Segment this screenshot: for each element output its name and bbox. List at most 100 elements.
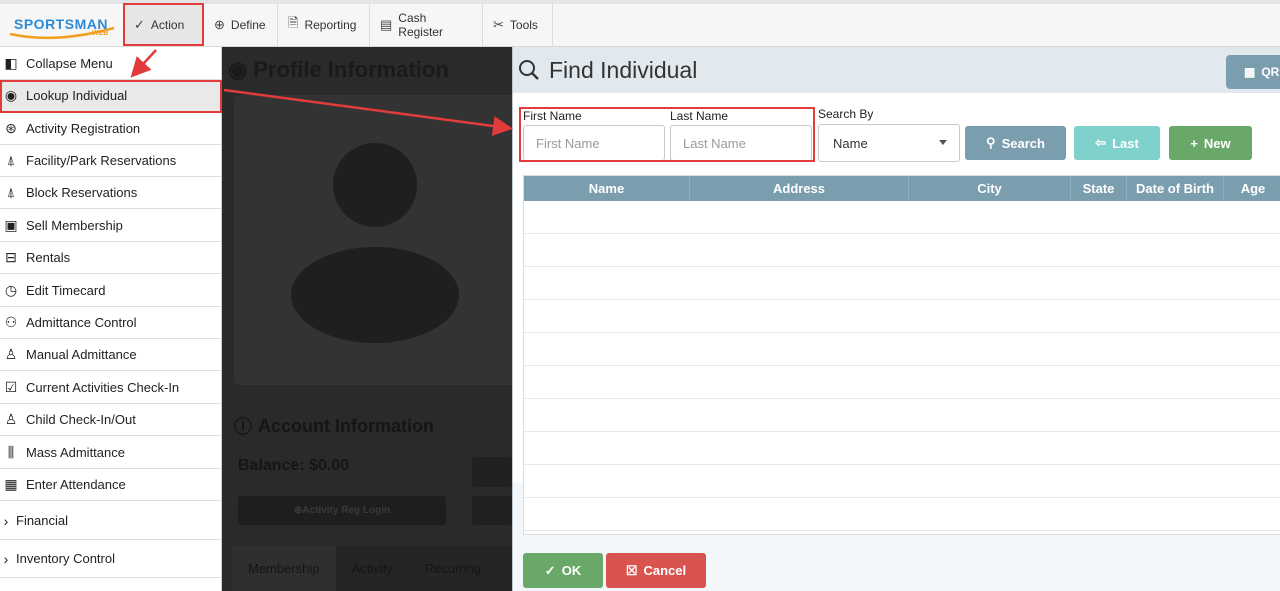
close-box-icon: ☒: [625, 562, 638, 578]
table-row[interactable]: [524, 333, 1280, 366]
sidebar: ◧ Collapse Menu ◉ Lookup Individual ⊛ Ac…: [0, 47, 222, 591]
account-info-title: ⓘ Account Information: [234, 413, 434, 439]
cancel-button[interactable]: ☒ Cancel: [606, 553, 706, 588]
table-row[interactable]: [524, 465, 1280, 498]
background-button: [472, 457, 512, 487]
table-row[interactable]: [524, 267, 1280, 300]
tab-membership: Membership: [232, 546, 336, 591]
toolbar-reporting[interactable]: 🗎 Reporting: [278, 4, 370, 46]
logo-subtext: WEB: [92, 30, 109, 37]
dialog-title: Find Individual: [549, 56, 698, 83]
new-button-label: New: [1203, 135, 1231, 151]
column-header-address[interactable]: Address: [690, 176, 909, 201]
toolbar-define[interactable]: ⊕ Define: [204, 4, 278, 46]
sidebar-item-financial[interactable]: › Financial: [0, 502, 221, 540]
sidebar-item-label: Current Activities Check-In: [26, 380, 180, 395]
person-check-icon: ♙: [4, 411, 18, 427]
table-row[interactable]: [524, 432, 1280, 465]
avatar-placeholder-icon: [291, 143, 459, 343]
column-header-age[interactable]: Age: [1224, 176, 1280, 201]
sidebar-item-inventory-control[interactable]: › Inventory Control: [0, 540, 221, 578]
column-header-name[interactable]: Name: [524, 176, 690, 201]
toolbar-reporting-label: Reporting: [304, 18, 357, 32]
column-header-city[interactable]: City: [909, 176, 1071, 201]
clipboard-check-icon: ☑: [4, 379, 18, 395]
clock-icon: ◷: [4, 282, 18, 298]
sidebar-item-child-check-in-out[interactable]: ♙ Child Check-In/Out: [0, 404, 221, 436]
profile-photo-card: [234, 95, 512, 385]
sidebar-item-rentals[interactable]: ⊟ Rentals: [0, 242, 221, 274]
sidebar-item-edit-timecard[interactable]: ◷ Edit Timecard: [0, 275, 221, 307]
table-row[interactable]: [524, 201, 1280, 234]
sidebar-item-admittance-control[interactable]: ⚇ Admittance Control: [0, 307, 221, 339]
sidebar-item-current-activities-check-in[interactable]: ☑ Current Activities Check-In: [0, 372, 221, 404]
badge-icon: ▦: [4, 476, 18, 492]
table-row[interactable]: [524, 498, 1280, 531]
table-header: Name Address City State Date of Birth Ag…: [524, 176, 1280, 201]
results-table: Name Address City State Date of Birth Ag…: [523, 175, 1280, 535]
table-row[interactable]: [524, 366, 1280, 399]
background-button: [472, 496, 512, 525]
sidebar-item-mass-admittance[interactable]: ⫼ Mass Admittance: [0, 437, 221, 469]
annotation-highlight-box: [0, 80, 222, 113]
sidebar-item-label: Financial: [16, 513, 69, 528]
cash-register-icon: ▤: [380, 17, 393, 32]
ok-button[interactable]: ✓ OK: [523, 553, 603, 588]
qr-code-icon: ▦: [1244, 65, 1256, 79]
sidebar-item-label: Manual Admittance: [26, 347, 137, 362]
tab-activity: Activity: [351, 561, 393, 576]
sidebar-item-label: Rentals: [26, 250, 71, 265]
sportsman-logo: SPORTSMAN WEB: [6, 10, 118, 42]
search-button-label: Search: [1001, 135, 1045, 151]
trees-icon: ⍋: [6, 184, 16, 200]
last-button[interactable]: ⇦ Last: [1074, 126, 1160, 160]
plus-circle-icon: ⊕: [214, 17, 225, 32]
hand-box-icon: ⊟: [5, 249, 17, 265]
sidebar-item-manual-admittance[interactable]: ♙ Manual Admittance: [0, 339, 221, 371]
table-row[interactable]: [524, 300, 1280, 333]
sidebar-item-label: Child Check-In/Out: [26, 412, 136, 427]
sidebar-item-label: Block Reservations: [26, 185, 138, 200]
toolbar-cash-register-label: Cash Register: [398, 11, 443, 39]
toolbar-tools-label: Tools: [509, 18, 538, 32]
plus-icon: +: [1190, 135, 1198, 151]
new-button[interactable]: + New: [1169, 126, 1252, 160]
qr-button[interactable]: ▦ QR: [1226, 55, 1280, 89]
sidebar-item-facility-park-reservations[interactable]: ⍋ Facility/Park Reservations: [0, 145, 221, 177]
table-row[interactable]: [524, 399, 1280, 432]
screen: SPORTSMAN WEB ✓ Action ⊕ Define 🗎 Report…: [0, 0, 1280, 591]
sidebar-item-sell-membership[interactable]: ▣ Sell Membership: [0, 210, 221, 242]
toolbar-tools[interactable]: ✂ Tools: [483, 4, 553, 46]
basketball-icon: ⊛: [5, 120, 17, 136]
id-card-icon: ▣: [4, 217, 18, 233]
column-header-state[interactable]: State: [1071, 176, 1127, 201]
sidebar-item-collapse-menu[interactable]: ◧ Collapse Menu: [0, 48, 221, 80]
document-icon: 🗎: [288, 15, 299, 30]
profile-title-text: Profile Information: [253, 57, 449, 82]
globe-icon: ⊕: [293, 505, 303, 516]
toolbar-cash-register[interactable]: ▤ Cash Register: [370, 4, 483, 46]
people-group-icon: ⚇: [4, 314, 18, 330]
balance-text: Balance: $0.00: [238, 457, 350, 474]
sidebar-item-enter-attendance[interactable]: ▦ Enter Attendance: [0, 469, 221, 501]
sidebar-item-label: Enter Attendance: [26, 477, 126, 492]
check-icon: ✓: [544, 562, 556, 578]
sidebar-item-activity-registration[interactable]: ⊛ Activity Registration: [0, 113, 221, 145]
sidebar-item-label: Sell Membership: [26, 218, 123, 233]
last-button-label: Last: [1112, 135, 1139, 151]
annotation-highlight-box: [123, 3, 204, 46]
dialog-footer: ✓ OK ☒ Cancel: [513, 543, 1280, 591]
search-by-select[interactable]: Name: [818, 124, 960, 162]
sidebar-item-label: Edit Timecard: [26, 283, 106, 298]
qr-button-label: QR: [1261, 65, 1280, 79]
column-header-date-of-birth[interactable]: Date of Birth: [1127, 176, 1224, 201]
table-row[interactable]: [524, 234, 1280, 267]
tools-icon: ✂: [493, 17, 504, 32]
tab-recurring: Recurring: [424, 561, 482, 576]
toolbar-define-label: Define: [230, 18, 266, 32]
back-arrow-icon: ⇦: [1095, 135, 1107, 150]
sidebar-item-label: Facility/Park Reservations: [26, 153, 177, 168]
search-button[interactable]: ⚲ Search: [965, 126, 1066, 160]
search-by-label: Search By: [818, 107, 874, 121]
sidebar-item-block-reservations[interactable]: ⍋ Block Reservations: [0, 177, 221, 209]
